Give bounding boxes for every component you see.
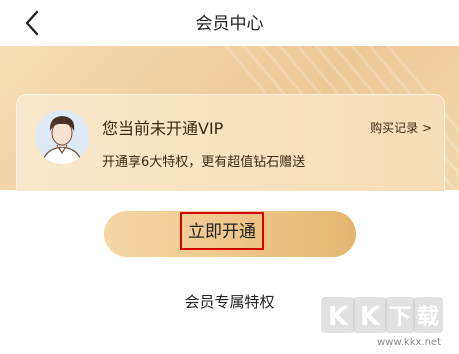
svg-text:下: 下 [389, 305, 411, 330]
benefit-description: 开通享6大特权，更有超值钻石赠送 [102, 155, 306, 170]
page-title: 会员中心 [195, 14, 264, 34]
purchase-history-link[interactable]: 购买记录 > [370, 119, 432, 136]
svg-text:K: K [360, 302, 381, 332]
svg-text:载: 载 [417, 304, 439, 330]
svg-text:K: K [328, 302, 349, 332]
vip-status-text: 您当前未开通VIP [102, 119, 224, 138]
user-avatar-icon[interactable] [34, 109, 90, 165]
open-vip-label: 立即开通 [180, 212, 264, 250]
member-status-card: 您当前未开通VIP 购买记录 > 开通享6大特权，更有超值钻石赠送 [16, 94, 445, 191]
watermark-url: www.kkx.net [377, 337, 441, 348]
top-bar: 会员中心 [0, 0, 459, 44]
open-vip-button[interactable]: 立即开通 [104, 211, 356, 257]
